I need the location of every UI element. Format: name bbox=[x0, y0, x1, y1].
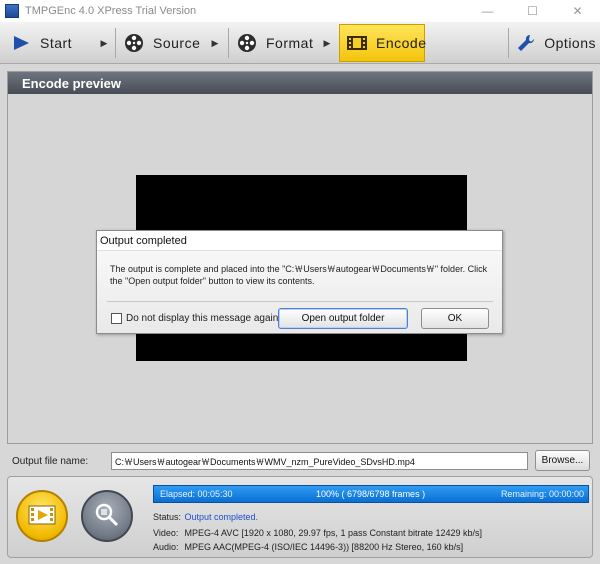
start-label: Start bbox=[40, 35, 73, 51]
video-value: MPEG-4 AVC [1920 x 1080, 29.97 fps, 1 pa… bbox=[184, 528, 483, 538]
checkbox-box[interactable] bbox=[111, 313, 122, 324]
format-button[interactable]: Format bbox=[236, 24, 316, 62]
output-completed-dialog: Output completed The output is complete … bbox=[96, 230, 503, 334]
encode-label: Encode bbox=[376, 35, 427, 51]
magnifier-icon bbox=[92, 500, 122, 533]
wrench-icon bbox=[516, 32, 536, 54]
video-key: Video: bbox=[153, 528, 179, 538]
elapsed-time: Elapsed: 00:05:30 bbox=[160, 489, 233, 499]
step-arrow-icon: ▶ bbox=[323, 37, 331, 48]
step-arrow-icon: ▶ bbox=[211, 37, 219, 48]
options-button[interactable]: Options bbox=[516, 24, 596, 62]
preview-toggle-button[interactable] bbox=[81, 490, 133, 542]
preview-header: Encode preview bbox=[8, 72, 592, 94]
checkbox-label: Do not display this message again bbox=[126, 313, 279, 324]
app-icon bbox=[5, 4, 19, 18]
step-arrow-icon: ▶ bbox=[100, 37, 108, 48]
output-file-row: Output file name: C:￦Users￦autogear￦Docu… bbox=[0, 448, 600, 473]
dialog-title: Output completed bbox=[97, 231, 502, 251]
progress-percent: 100% ( 6798/6798 frames ) bbox=[316, 489, 426, 499]
window-controls: — ☐ ✕ bbox=[465, 0, 600, 22]
audio-key: Audio: bbox=[153, 542, 179, 552]
dont-show-again-checkbox[interactable]: Do not display this message again bbox=[111, 313, 278, 324]
film-reel-icon bbox=[123, 32, 145, 54]
film-reel-icon bbox=[236, 32, 258, 54]
source-button[interactable]: Source bbox=[123, 24, 203, 62]
play-icon bbox=[10, 32, 32, 54]
open-output-folder-button[interactable]: Open output folder bbox=[278, 308, 408, 329]
toolbar-divider bbox=[508, 28, 509, 58]
encode-progress-bar: Elapsed: 00:05:30 100% ( 6798/6798 frame… bbox=[153, 485, 589, 503]
source-label: Source bbox=[153, 35, 201, 51]
audio-value: MPEG AAC(MPEG-4 (ISO/IEC 14496-3)) [8820… bbox=[184, 542, 464, 552]
dialog-divider bbox=[107, 301, 493, 302]
film-strip-icon bbox=[346, 32, 368, 54]
toolbar-divider bbox=[115, 28, 116, 58]
format-label: Format bbox=[266, 35, 314, 51]
start-button[interactable]: Start bbox=[10, 24, 90, 62]
video-info-line: Video: MPEG-4 AVC [1920 x 1080, 29.97 fp… bbox=[153, 528, 482, 538]
encode-button[interactable]: Encode bbox=[339, 24, 427, 62]
toolbar-divider bbox=[228, 28, 229, 58]
browse-button[interactable]: Browse... bbox=[535, 450, 590, 471]
options-label: Options bbox=[544, 35, 596, 51]
start-encode-button[interactable] bbox=[16, 490, 68, 542]
encode-status-panel: Elapsed: 00:05:30 100% ( 6798/6798 frame… bbox=[7, 476, 593, 558]
audio-info-line: Audio: MPEG AAC(MPEG-4 (ISO/IEC 14496-3)… bbox=[153, 542, 463, 552]
output-file-label: Output file name: bbox=[12, 456, 89, 467]
status-value: Output completed. bbox=[184, 512, 259, 522]
dialog-message: The output is complete and placed into t… bbox=[110, 264, 488, 286]
minimize-button[interactable]: — bbox=[465, 0, 510, 22]
status-key: Status: bbox=[153, 512, 182, 522]
main-toolbar: Start ▶ Source ▶ Format ▶ Encode Options bbox=[0, 22, 600, 64]
close-button[interactable]: ✕ bbox=[555, 0, 600, 22]
title-bar: TMPGEnc 4.0 XPress Trial Version — ☐ ✕ bbox=[0, 0, 600, 22]
encode-film-icon bbox=[27, 502, 57, 531]
window-title: TMPGEnc 4.0 XPress Trial Version bbox=[25, 5, 197, 17]
output-file-input[interactable]: C:￦Users￦autogear￦Documents￦WMV_nzm_Pure… bbox=[111, 452, 528, 470]
maximize-button[interactable]: ☐ bbox=[510, 0, 555, 22]
status-line: Status: Output completed. bbox=[153, 512, 258, 522]
ok-button[interactable]: OK bbox=[421, 308, 489, 329]
remaining-time: Remaining: 00:00:00 bbox=[500, 489, 584, 499]
